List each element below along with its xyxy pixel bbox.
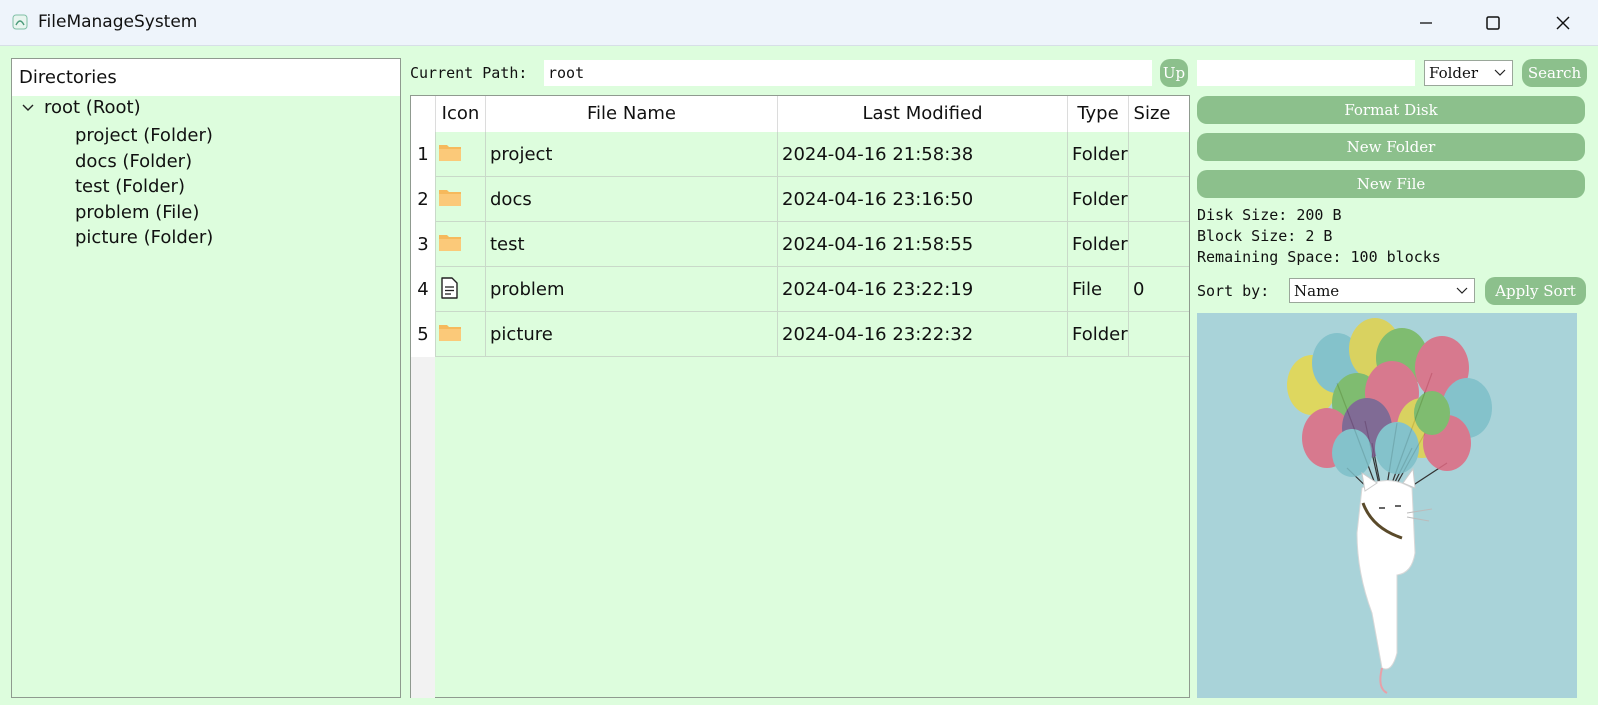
icon-cell <box>435 132 485 177</box>
icon-cell <box>435 312 485 357</box>
close-button[interactable] <box>1540 8 1586 38</box>
tree-item-problem[interactable]: problem (File) <box>75 200 213 226</box>
folder-icon <box>439 235 461 251</box>
file-name-cell: project <box>485 132 777 177</box>
column-header-name[interactable]: File Name <box>485 96 777 132</box>
table-row[interactable]: 2 docs 2024-04-16 23:16:50 Folder <box>411 177 1189 222</box>
search-type-select[interactable]: Folder <box>1424 60 1513 86</box>
table-row[interactable]: 4 problem 2024-04-16 23:22:19 File 0 <box>411 267 1189 312</box>
current-path-label: Current Path: <box>410 64 528 82</box>
column-header-modified[interactable]: Last Modified <box>777 96 1067 132</box>
file-name-cell: test <box>485 222 777 267</box>
row-number: 4 <box>411 267 435 312</box>
disk-size-info: Disk Size: 200 B <box>1197 206 1342 224</box>
close-icon <box>1556 16 1570 30</box>
type-cell: Folder <box>1067 222 1128 267</box>
tree-item-docs[interactable]: docs (Folder) <box>75 149 213 175</box>
column-header-icon[interactable]: Icon <box>435 96 485 132</box>
modified-cell: 2024-04-16 23:22:19 <box>777 267 1067 312</box>
search-input[interactable] <box>1197 60 1415 86</box>
apply-sort-button[interactable]: Apply Sort <box>1485 277 1586 305</box>
file-table[interactable]: Icon File Name Last Modified Type Size 1… <box>410 95 1190 698</box>
up-button[interactable]: Up <box>1160 59 1188 87</box>
file-name-cell: problem <box>485 267 777 312</box>
directory-tree[interactable]: Directories root (Root) project (Folder)… <box>11 58 401 698</box>
app-icon <box>12 14 28 30</box>
chevron-down-icon <box>1456 287 1468 294</box>
title-bar: FileManageSystem <box>0 0 1598 46</box>
current-path-input[interactable] <box>544 60 1152 86</box>
icon-cell <box>435 177 485 222</box>
sort-by-label: Sort by: <box>1197 282 1270 300</box>
size-cell <box>1128 222 1175 267</box>
remaining-space-info: Remaining Space: 100 blocks <box>1197 248 1441 266</box>
modified-cell: 2024-04-16 23:16:50 <box>777 177 1067 222</box>
icon-cell <box>435 222 485 267</box>
table-row[interactable]: 5 picture 2024-04-16 23:22:32 Folder <box>411 312 1189 357</box>
column-header-size[interactable]: Size <box>1128 96 1175 132</box>
chevron-down-icon[interactable] <box>20 100 36 116</box>
search-type-value: Folder <box>1429 64 1479 82</box>
size-cell <box>1128 312 1175 357</box>
tree-children: project (Folder) docs (Folder) test (Fol… <box>75 123 213 251</box>
file-name-cell: picture <box>485 312 777 357</box>
cat-with-balloons-image <box>1197 313 1577 698</box>
type-cell: Folder <box>1067 312 1128 357</box>
icon-cell <box>435 267 485 312</box>
tree-header: Directories <box>12 59 400 96</box>
table-header: Icon File Name Last Modified Type Size <box>411 96 1189 132</box>
tree-root-item[interactable]: root (Root) <box>20 97 141 118</box>
minimize-button[interactable] <box>1402 8 1448 38</box>
row-number: 2 <box>411 177 435 222</box>
preview-picture <box>1197 313 1577 698</box>
format-disk-button[interactable]: Format Disk <box>1197 96 1585 124</box>
type-cell: Folder <box>1067 177 1128 222</box>
chevron-down-icon <box>1494 69 1506 76</box>
folder-icon <box>439 325 461 341</box>
tree-root-label: root (Root) <box>44 97 141 118</box>
type-cell: Folder <box>1067 132 1128 177</box>
search-button[interactable]: Search <box>1522 59 1587 87</box>
size-cell: 0 <box>1128 267 1175 312</box>
maximize-button[interactable] <box>1470 8 1516 38</box>
maximize-icon <box>1486 16 1500 30</box>
minimize-icon <box>1420 22 1432 24</box>
folder-icon <box>439 145 461 161</box>
folder-icon <box>439 190 461 206</box>
row-number: 5 <box>411 312 435 357</box>
tree-item-picture[interactable]: picture (Folder) <box>75 225 213 251</box>
size-cell <box>1128 177 1175 222</box>
modified-cell: 2024-04-16 21:58:38 <box>777 132 1067 177</box>
type-cell: File <box>1067 267 1128 312</box>
new-folder-button[interactable]: New Folder <box>1197 133 1585 161</box>
window-title: FileManageSystem <box>38 12 198 32</box>
table-row[interactable]: 3 test 2024-04-16 21:58:55 Folder <box>411 222 1189 267</box>
tree-item-project[interactable]: project (Folder) <box>75 123 213 149</box>
corner-header <box>411 96 435 132</box>
new-file-button[interactable]: New File <box>1197 170 1585 198</box>
tree-item-test[interactable]: test (Folder) <box>75 174 213 200</box>
file-name-cell: docs <box>485 177 777 222</box>
modified-cell: 2024-04-16 21:58:55 <box>777 222 1067 267</box>
table-row[interactable]: 1 project 2024-04-16 21:58:38 Folder <box>411 132 1189 177</box>
size-cell <box>1128 132 1175 177</box>
row-number: 3 <box>411 222 435 267</box>
column-header-type[interactable]: Type <box>1067 96 1128 132</box>
sort-select[interactable]: Name <box>1289 278 1475 303</box>
sort-select-value: Name <box>1294 281 1340 300</box>
row-number: 1 <box>411 132 435 177</box>
block-size-info: Block Size: 2 B <box>1197 227 1333 245</box>
file-icon <box>441 277 458 299</box>
modified-cell: 2024-04-16 23:22:32 <box>777 312 1067 357</box>
